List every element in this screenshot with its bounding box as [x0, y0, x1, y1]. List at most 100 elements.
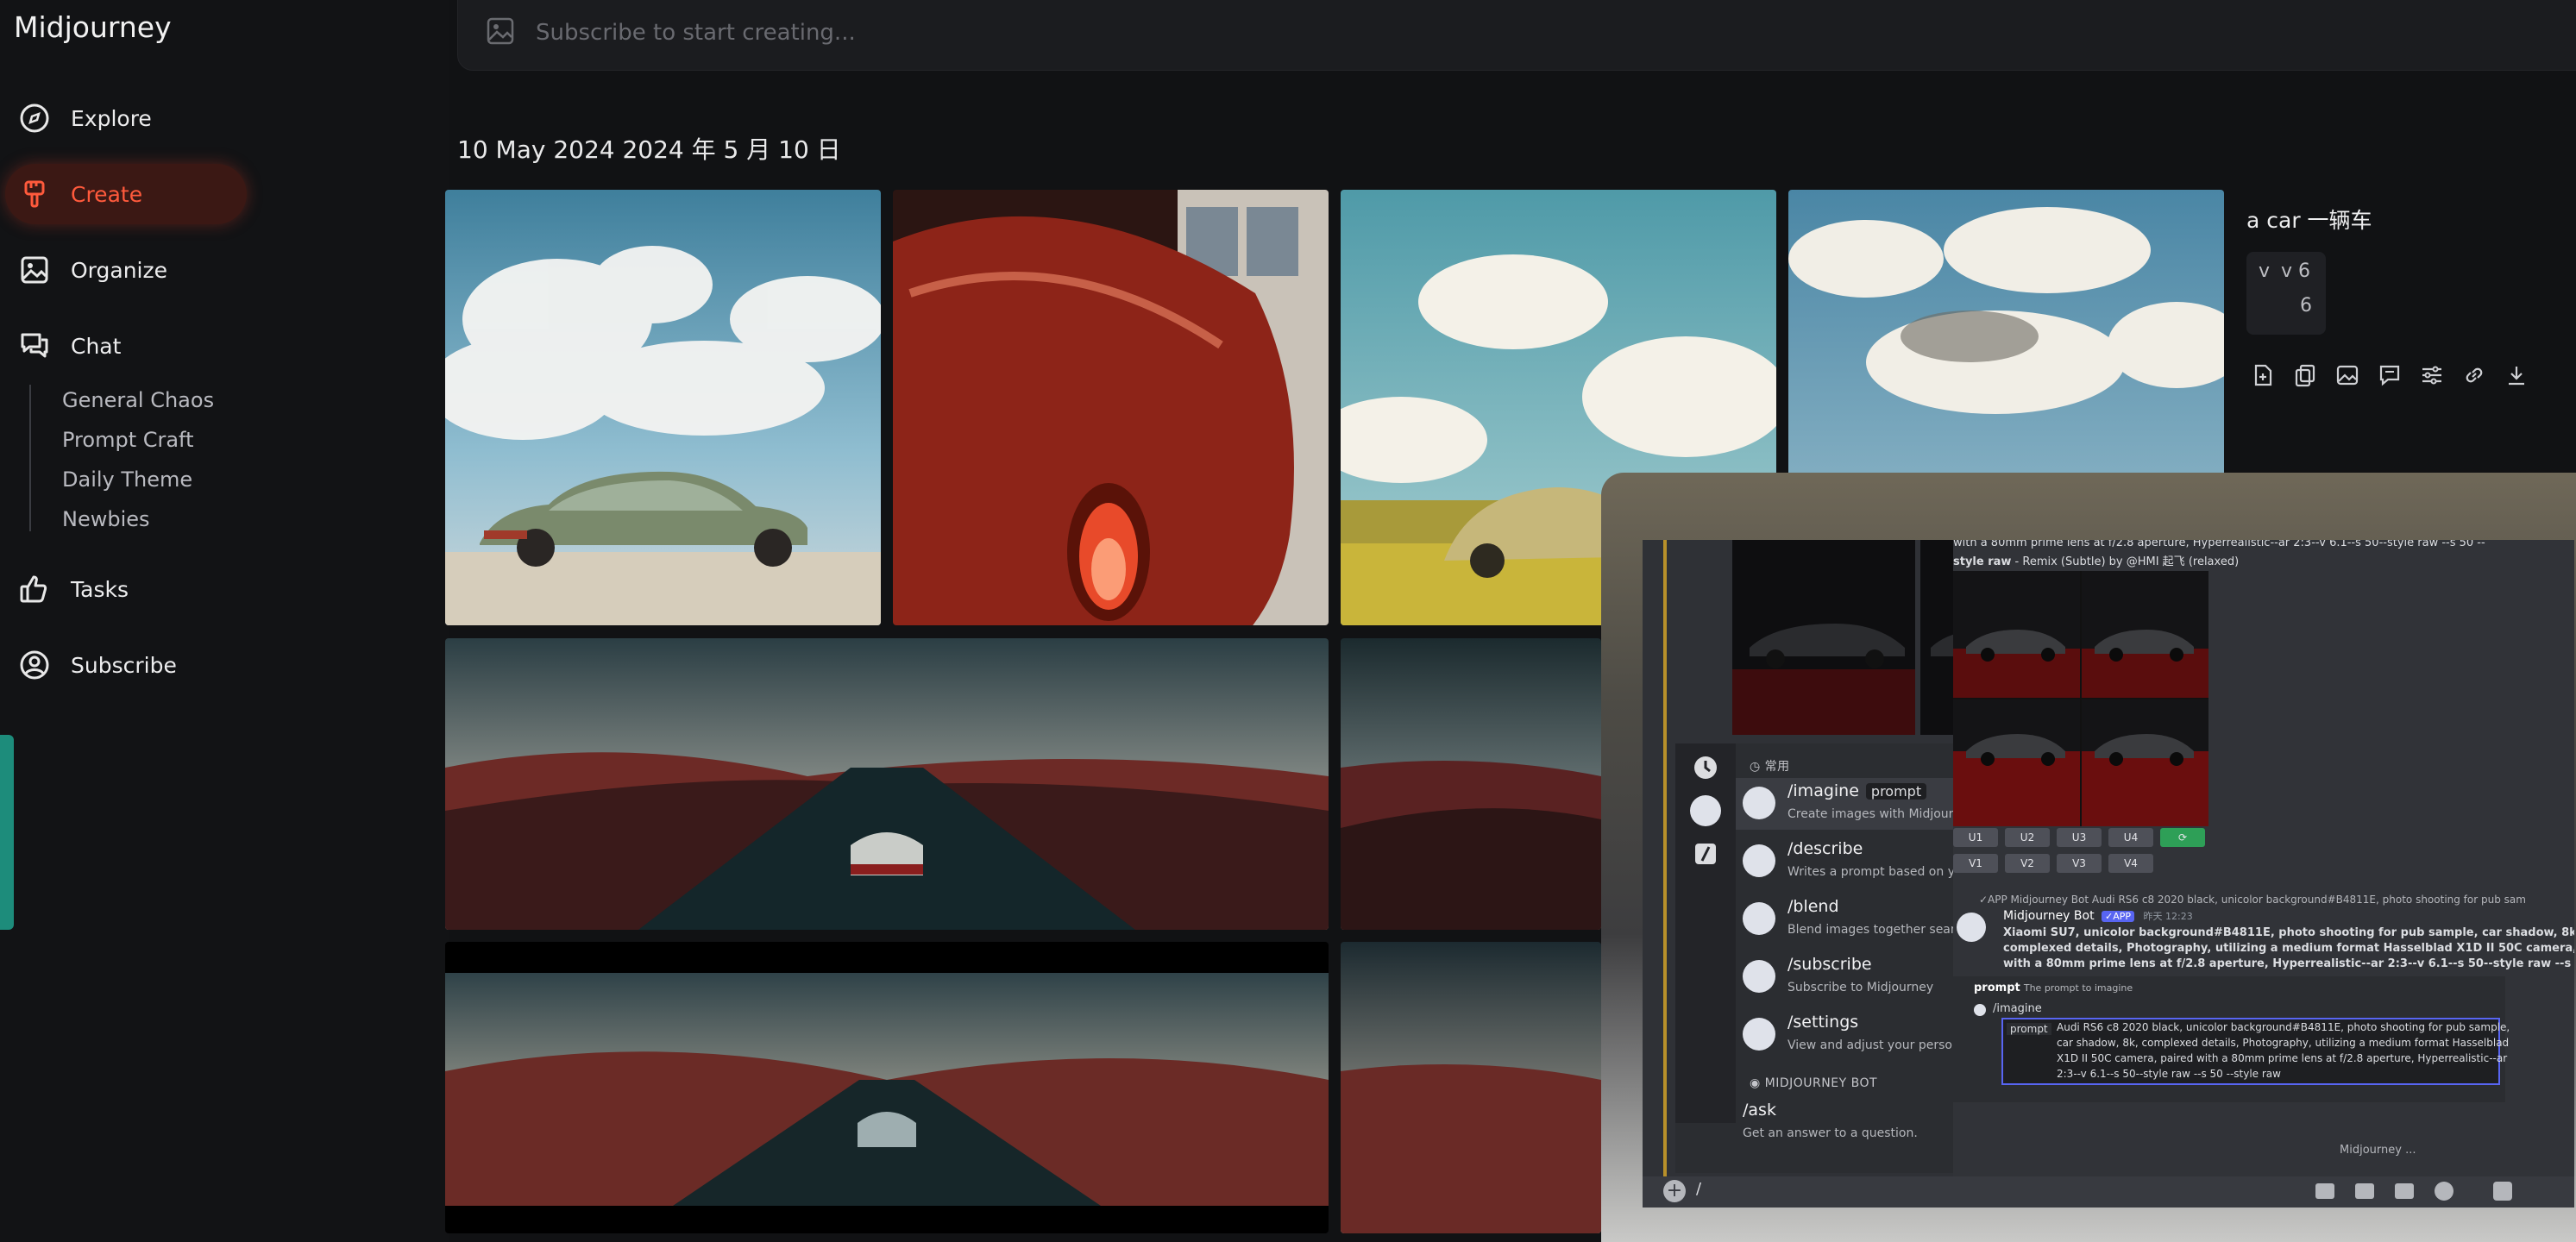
- sliders-icon[interactable]: [2417, 361, 2447, 390]
- prompt-input-field[interactable]: prompt Audi RS6 c8 2020 black, unicolor …: [2001, 1018, 2510, 1085]
- variation-v2-button[interactable]: V2: [2005, 854, 2050, 873]
- generated-image-grid[interactable]: [1953, 571, 2208, 826]
- prompt-tag: prompt: [1865, 783, 1927, 800]
- channel-general-chaos[interactable]: General Chaos: [62, 388, 214, 412]
- command-settings-name: /settings: [1787, 1013, 1859, 1032]
- upscale-u4-button[interactable]: U4: [2108, 828, 2153, 847]
- date-heading: 10 May 2024 2024 年 5 月 10 日: [457, 135, 841, 164]
- copy-icon[interactable]: [2290, 361, 2320, 390]
- reply-accent-line: [1663, 540, 1667, 1208]
- midjourney-bot-avatar: [1743, 787, 1775, 819]
- midjourney-app-icon[interactable]: [1690, 795, 1721, 826]
- nav-chat[interactable]: Chat: [5, 316, 247, 376]
- image-tile-red-car-tail[interactable]: [893, 190, 1329, 625]
- slash-command-menu: ◷ 常用 /imagine prompt Create images with M…: [1675, 743, 2001, 1173]
- sticker-icon[interactable]: [2395, 1183, 2414, 1199]
- nav-organize-label: Organize: [71, 257, 167, 283]
- reroll-button[interactable]: ⟳: [2160, 828, 2205, 847]
- message-header: Midjourney Bot ✓APP 昨天 12:23: [2003, 909, 2193, 923]
- midjourney-bot-avatar: [1743, 960, 1775, 993]
- section-common-label: 常用: [1764, 760, 1790, 774]
- image-tile-silver-car-road-1[interactable]: [445, 638, 1329, 930]
- channel-newbies[interactable]: Newbies: [62, 507, 150, 531]
- message-line-1: Xiaomi SU7, unicolor background#B4811E, …: [2003, 926, 2574, 939]
- download-icon[interactable]: [2502, 361, 2531, 390]
- thumbs-up-icon: [17, 572, 52, 606]
- add-file-icon[interactable]: [2248, 361, 2278, 390]
- link-icon[interactable]: [2460, 361, 2489, 390]
- prompt-line-4: 2:3--v 6.1--s 50--style raw --s 50 --sty…: [2057, 1068, 2281, 1080]
- midjourney-bot-avatar: [1743, 902, 1775, 935]
- side-feedback-tab[interactable]: [0, 735, 14, 930]
- midjourney-label: Midjourney ...: [2340, 1144, 2416, 1157]
- upscale-u3-button[interactable]: U3: [2057, 828, 2102, 847]
- nav-subscribe[interactable]: Subscribe: [5, 635, 247, 695]
- image-icon[interactable]: [2333, 361, 2362, 390]
- image-tile-dunes-partial-2[interactable]: [1341, 942, 1601, 1233]
- variation-v3-button[interactable]: V3: [2057, 854, 2102, 873]
- prompt-option-popup: prompt The prompt to imagine /imagine pr…: [1953, 976, 2510, 1102]
- slash-icon[interactable]: [1690, 838, 1721, 869]
- grid-image-2[interactable]: [2082, 571, 2208, 698]
- image-upload-icon[interactable]: [486, 16, 515, 49]
- image-icon: [17, 253, 52, 287]
- upscale-u2-button[interactable]: U2: [2005, 828, 2050, 847]
- brush-icon: [17, 177, 52, 211]
- nav-tasks[interactable]: Tasks: [5, 559, 247, 619]
- message-line-2: complexed details, Photography, utilizin…: [2003, 942, 2574, 955]
- nav-explore-label: Explore: [71, 105, 152, 131]
- prompt-field-label: prompt: [2007, 1023, 2051, 1035]
- image-tile-green-car[interactable]: [445, 190, 881, 625]
- command-ask-name: /ask: [1743, 1101, 1776, 1120]
- composer-text: /: [1696, 1180, 1702, 1198]
- popup-bot-avatar: [1974, 1004, 1986, 1016]
- image-tile-silver-car-road-2[interactable]: [445, 942, 1329, 1233]
- message-composer[interactable]: + /: [1643, 1176, 2574, 1208]
- discord-message-area: with a 80mm prime lens at f/2.8 aperture…: [1953, 540, 2574, 1208]
- command-subscribe-name: /subscribe: [1787, 955, 1872, 974]
- nav-chat-label: Chat: [71, 333, 122, 359]
- midjourney-bot-avatar[interactable]: [1957, 913, 1986, 942]
- message-top-line: with a 80mm prime lens at f/2.8 aperture…: [1953, 540, 2485, 549]
- prompt-title: a car 一辆车: [2246, 208, 2372, 233]
- gif-icon[interactable]: [2355, 1183, 2374, 1199]
- user-circle-icon: [17, 648, 52, 682]
- popup-header-sub: The prompt to imagine: [2023, 982, 2133, 994]
- refresh-icon: ⟳: [2177, 831, 2188, 844]
- gift-icon[interactable]: [2315, 1183, 2334, 1199]
- brand-logo[interactable]: Midjourney: [14, 10, 172, 44]
- app-badge: ✓APP: [2102, 911, 2135, 922]
- sidebar: Midjourney Explore Create Organize Chat …: [0, 0, 449, 1242]
- nav-create[interactable]: Create: [5, 164, 247, 224]
- bot-small-icon: ◉: [1750, 1076, 1765, 1090]
- apps-icon[interactable]: [2493, 1182, 2512, 1201]
- command-imagine-row: /imagine prompt: [1787, 781, 1927, 800]
- channel-prompt-craft[interactable]: Prompt Craft: [62, 428, 194, 452]
- image-tile-dunes-partial-1[interactable]: [1341, 638, 1601, 930]
- grid-image-4[interactable]: [2082, 699, 2208, 826]
- variation-v4-button[interactable]: V4: [2108, 854, 2153, 873]
- prompt-line-2: car shadow, 8k, complexed details, Photo…: [2057, 1037, 2510, 1049]
- section-midjourney-bot: ◉ MIDJOURNEY BOT: [1750, 1076, 1877, 1090]
- version-chip: v v 6 6: [2246, 252, 2326, 335]
- variation-v1-button[interactable]: V1: [1953, 854, 1998, 873]
- upscale-u1-button[interactable]: U1: [1953, 828, 1998, 847]
- message-line-3: with a 80mm prime lens at f/2.8 aperture…: [2003, 957, 2574, 970]
- popup-header: prompt The prompt to imagine: [1974, 982, 2133, 994]
- popup-header-title: prompt: [1974, 982, 2020, 994]
- nav-explore[interactable]: Explore: [5, 88, 247, 148]
- prompt-bar[interactable]: Subscribe to start creating...: [457, 0, 2576, 71]
- command-imagine-desc: Create images with Midjourney: [1787, 807, 1976, 821]
- channel-daily-theme[interactable]: Daily Theme: [62, 467, 192, 492]
- comment-icon[interactable]: [2375, 361, 2404, 390]
- nav-organize[interactable]: Organize: [5, 240, 247, 300]
- grid-image-3[interactable]: [1953, 699, 2080, 826]
- clock-icon[interactable]: [1690, 752, 1721, 783]
- prompt-line-3: X1D II 50C camera, paired with a 80mm pr…: [2057, 1052, 2508, 1064]
- discord-window: ◷ 常用 /imagine prompt Create images with M…: [1643, 540, 2574, 1208]
- discord-screenshot-overlay: ◷ 常用 /imagine prompt Create images with M…: [1601, 473, 2576, 1242]
- add-attachment-icon[interactable]: +: [1663, 1180, 1686, 1202]
- emoji-icon[interactable]: [2435, 1182, 2453, 1201]
- grid-image-1[interactable]: [1953, 571, 2080, 698]
- discord-left-image: [1732, 540, 1988, 735]
